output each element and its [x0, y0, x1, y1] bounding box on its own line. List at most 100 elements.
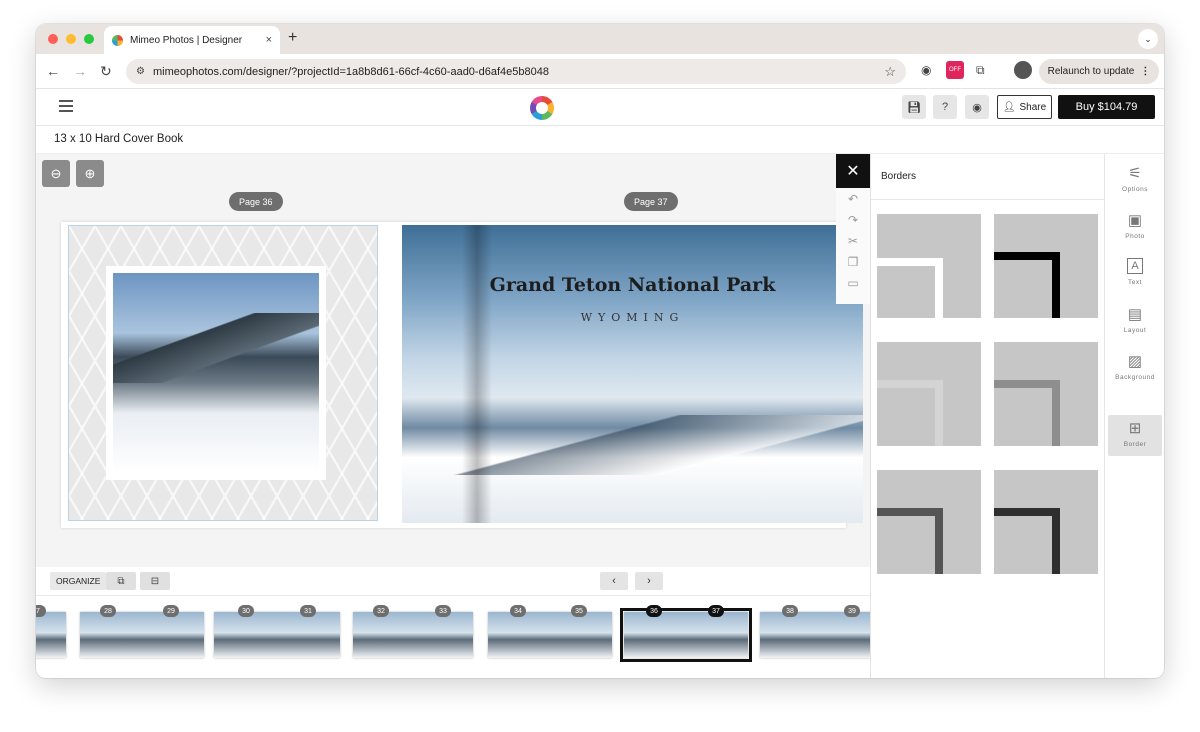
border-option-dark-gray[interactable]: [877, 470, 981, 574]
tab-dropdown-button[interactable]: ⌄: [1138, 29, 1158, 49]
right-page-photo[interactable]: [402, 225, 863, 523]
extension-off-badge[interactable]: OFF: [946, 61, 964, 79]
layout-icon: ▤: [1127, 306, 1143, 323]
rail-label: Text: [1128, 279, 1142, 286]
url-bar[interactable]: ⚙ mimeophotos.com/designer/?projectId=1a…: [126, 59, 906, 84]
forward-icon[interactable]: →: [73, 62, 87, 80]
zoom-in-button[interactable]: ⊕: [76, 160, 104, 187]
page-filmstrip[interactable]: 7 28 29 30 31 32 33 34 35 36 37 38 39: [36, 595, 870, 678]
border-option-black-thick[interactable]: [994, 214, 1098, 318]
remove-page-icon: ⊟: [150, 575, 160, 587]
border-option-light-gray[interactable]: [877, 342, 981, 446]
share-label: Share: [1019, 101, 1047, 113]
relaunch-label: Relaunch to update: [1047, 66, 1135, 77]
save-icon: 💾︎: [907, 101, 921, 114]
help-icon: ?: [941, 101, 949, 113]
add-page-button[interactable]: ⧉: [106, 572, 136, 590]
minimize-window-button[interactable]: [66, 34, 76, 44]
snowy-mountain-photo: [113, 273, 319, 473]
page-controls: ORGANIZE ⧉ ⊟ ‹ ›: [36, 567, 870, 595]
new-tab-button[interactable]: +: [288, 30, 297, 46]
copy-icon[interactable]: ❐: [836, 255, 870, 269]
reload-icon[interactable]: ↻: [100, 62, 112, 80]
tab-close-icon[interactable]: ×: [266, 34, 272, 46]
chevron-right-icon: ›: [647, 575, 651, 587]
redo-icon[interactable]: ↷: [836, 213, 870, 227]
page-number: 31: [300, 605, 316, 617]
text-icon: A: [1127, 258, 1143, 274]
page-label-left: Page 36: [229, 192, 283, 211]
maximize-window-button[interactable]: [84, 34, 94, 44]
thumbnail-spread-selected[interactable]: [620, 608, 752, 662]
thumbnail-spread[interactable]: [488, 612, 612, 658]
preview-button[interactable]: ◉: [965, 95, 989, 119]
border-preview: [877, 508, 943, 574]
park-subtitle[interactable]: WYOMING: [402, 311, 863, 324]
background-icon: ▨: [1127, 353, 1143, 370]
rail-item-options[interactable]: ⚟ Options: [1108, 160, 1162, 201]
previous-page-button[interactable]: ‹: [600, 572, 628, 590]
rail-item-photo[interactable]: ▣ Photo: [1108, 207, 1162, 248]
page-number: 33: [435, 605, 451, 617]
camera-icon[interactable]: ◉: [921, 63, 931, 77]
app-header: 💾︎ ? ◉ 👤︎ Share Buy $104.79: [36, 89, 1164, 126]
rail-label: Background: [1115, 374, 1155, 381]
photo-frame[interactable]: [106, 266, 326, 480]
border-preview: [877, 380, 943, 446]
page-number: 32: [373, 605, 389, 617]
border-preview: [994, 508, 1060, 574]
share-button[interactable]: 👤︎ Share: [997, 95, 1052, 119]
page-number: 38: [782, 605, 798, 617]
design-canvas[interactable]: ⊖ ⊕ Page 36 Page 37 Grand Teton National…: [36, 154, 870, 567]
thumbnail-spread[interactable]: [760, 612, 870, 658]
help-button[interactable]: ?: [933, 95, 957, 119]
border-option-white-thick[interactable]: [877, 214, 981, 318]
page-number: 34: [510, 605, 526, 617]
border-option-charcoal[interactable]: [994, 470, 1098, 574]
site-settings-icon[interactable]: ⚙: [136, 66, 145, 77]
rail-label: Layout: [1123, 327, 1147, 334]
park-title[interactable]: Grand Teton National Park: [402, 274, 863, 296]
rail-item-layout[interactable]: ▤ Layout: [1108, 301, 1162, 342]
rail-label: Border: [1123, 441, 1147, 448]
zoom-out-icon: ⊖: [50, 165, 62, 181]
site-favicon-icon: [112, 34, 123, 46]
left-page[interactable]: [68, 225, 378, 521]
cut-icon[interactable]: ✂: [836, 234, 870, 248]
menu-icon[interactable]: [59, 100, 73, 112]
thumbnail-spread[interactable]: [214, 612, 340, 658]
eye-icon: ◉: [972, 101, 982, 114]
thumbnail-spread[interactable]: [36, 612, 66, 658]
close-tools-button[interactable]: ✕: [836, 154, 870, 188]
thumbnail-spread[interactable]: [80, 612, 204, 658]
more-menu-icon: ⋮: [1140, 66, 1151, 77]
rail-item-text[interactable]: A Text: [1108, 254, 1162, 295]
extensions-puzzle-icon[interactable]: ⧉: [976, 63, 985, 78]
undo-icon[interactable]: ↶: [836, 192, 870, 206]
rail-item-background[interactable]: ▨ Background: [1108, 348, 1162, 389]
back-icon[interactable]: ←: [46, 62, 60, 80]
relaunch-button[interactable]: Relaunch to update ⋮: [1039, 59, 1159, 84]
zoom-in-icon: ⊕: [84, 165, 96, 181]
profile-avatar[interactable]: [1014, 61, 1032, 79]
border-option-mid-gray[interactable]: [994, 342, 1098, 446]
next-page-button[interactable]: ›: [635, 572, 663, 590]
remove-page-button[interactable]: ⊟: [140, 572, 170, 590]
tool-rail: ⚟ Options ▣ Photo A Text ▤ Layout ▨ Back…: [1104, 154, 1164, 678]
zoom-out-button[interactable]: ⊖: [42, 160, 70, 187]
page-number: 29: [163, 605, 179, 617]
buy-button[interactable]: Buy $104.79: [1058, 95, 1155, 119]
browser-tab[interactable]: Mimeo Photos | Designer ×: [104, 26, 280, 54]
page-number: 36: [646, 605, 662, 617]
thumbnail-spread[interactable]: [353, 612, 473, 658]
mimeo-logo[interactable]: [530, 96, 554, 120]
page-number: 39: [844, 605, 860, 617]
close-window-button[interactable]: [48, 34, 58, 44]
save-button[interactable]: 💾︎: [902, 95, 926, 119]
photo-icon: ▣: [1127, 212, 1143, 229]
organize-button[interactable]: ORGANIZE: [50, 572, 107, 590]
rail-label: Photo: [1125, 233, 1145, 240]
rail-item-border[interactable]: ⊞ Border: [1108, 415, 1162, 456]
bookmark-star-icon[interactable]: ☆: [884, 64, 896, 80]
url-text: mimeophotos.com/designer/?projectId=1a8b…: [152, 65, 549, 78]
